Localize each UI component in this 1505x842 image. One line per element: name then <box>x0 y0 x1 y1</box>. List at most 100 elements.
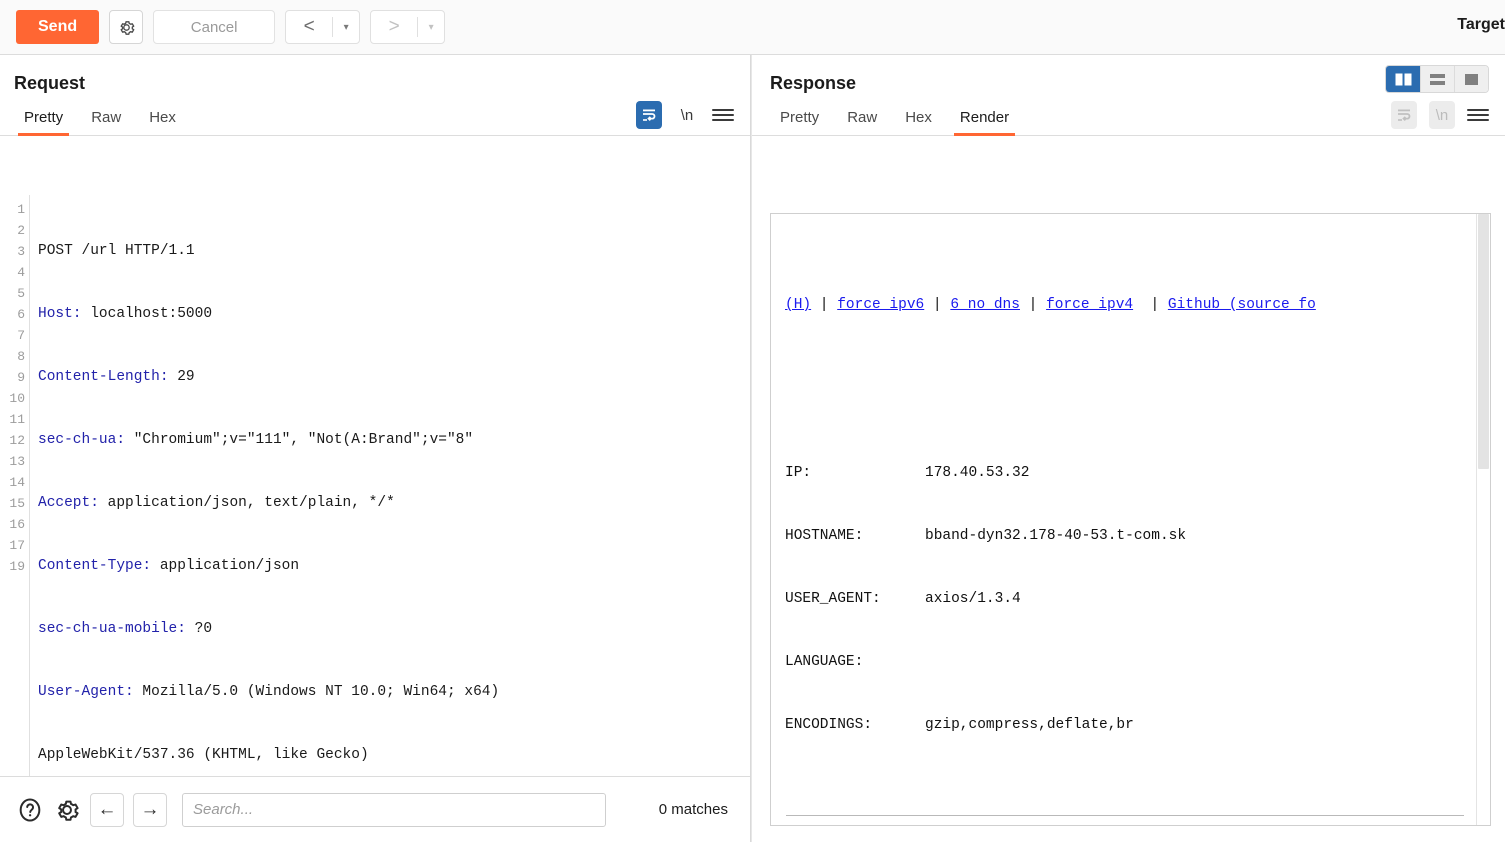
info-row-ip: IP: 178.40.53.32 <box>785 463 1490 484</box>
header-value: localhost:5000 <box>81 306 213 322</box>
render-scrollbar-thumb[interactable] <box>1478 214 1489 469</box>
tab-request-hex[interactable]: Hex <box>135 109 190 135</box>
line-number: 2 <box>17 223 25 238</box>
link-h[interactable]: (H) <box>785 297 811 313</box>
find-next-button[interactable]: → <box>133 792 167 827</box>
request-code[interactable]: POST /url HTTP/1.1 Host: localhost:5000 … <box>30 195 750 776</box>
info-key: USER_AGENT: <box>785 591 881 607</box>
line-number: 12 <box>9 433 25 448</box>
response-render-frame: (H) | force ipv6 | 6 no dns | force ipv4… <box>770 213 1491 826</box>
split-vertical-icon <box>1395 73 1411 85</box>
info-row-user-agent: USER_AGENT: axios/1.3.4 <box>785 589 1490 610</box>
gear-icon <box>58 800 79 821</box>
word-wrap-icon[interactable] <box>636 101 662 129</box>
line-number: 4 <box>17 265 25 280</box>
line-number-gutter: 1 2 3 4 5 6 7 8 9 10 11 12 13 14 15 16 1… <box>0 195 30 776</box>
request-search-bar: ← → 0 matches <box>0 776 750 842</box>
code-line: Content-Length: 29 <box>38 367 750 388</box>
nav-separator: | <box>811 297 838 313</box>
rendered-page: (H) | force ipv6 | 6 no dns | force ipv4… <box>771 214 1490 825</box>
history-forward-button[interactable]: > ▾ <box>370 10 446 44</box>
info-value: bband-dyn32.178-40-53.t-com.sk <box>925 528 1187 544</box>
render-scrollbar[interactable] <box>1476 214 1490 825</box>
word-wrap-icon[interactable] <box>1391 101 1417 129</box>
layout-single-pane-button[interactable] <box>1454 66 1488 92</box>
code-line: Accept: application/json, text/plain, */… <box>38 493 750 514</box>
help-icon <box>19 798 41 821</box>
link-force-ipv6[interactable]: force ipv6 <box>837 297 924 313</box>
layout-split-vertical-button[interactable] <box>1386 66 1420 92</box>
history-back-button[interactable]: < ▾ <box>285 10 361 44</box>
request-editor[interactable]: 1 2 3 4 5 6 7 8 9 10 11 12 13 14 15 16 1… <box>0 195 750 776</box>
layout-split-horizontal-button[interactable] <box>1420 66 1454 92</box>
line-number <box>0 577 25 598</box>
code-line: Content-Type: application/json <box>38 556 750 577</box>
search-input[interactable] <box>182 792 606 827</box>
cancel-button[interactable]: Cancel <box>153 10 276 44</box>
chevron-down-icon[interactable]: ▾ <box>418 11 444 43</box>
request-tab-icons: \n <box>636 101 750 135</box>
link-force-ipv4[interactable]: force ipv4 <box>1046 297 1133 313</box>
render-nav-links: (H) | force ipv6 | 6 no dns | force ipv4… <box>785 295 1490 316</box>
nav-separator: | <box>1133 297 1168 313</box>
help-button[interactable] <box>16 796 44 824</box>
nav-separator: | <box>1019 297 1047 313</box>
editor-panes: Request Pretty Raw Hex \n 1 2 3 4 5 6 7 … <box>0 55 1505 842</box>
tab-response-pretty[interactable]: Pretty <box>766 109 833 135</box>
word-wrap-glyph <box>643 109 656 121</box>
line-number: 11 <box>9 412 25 427</box>
send-button[interactable]: Send <box>16 10 100 44</box>
request-start-line: POST /url HTTP/1.1 <box>38 243 195 259</box>
search-settings-button[interactable] <box>53 796 81 824</box>
history-forward-arrow-icon: > <box>388 16 400 37</box>
line-number: 14 <box>9 475 25 490</box>
info-key: IP: <box>785 465 812 481</box>
top-toolbar: Send Cancel < ▾ > ▾ Target <box>0 0 1505 55</box>
horizontal-rule <box>786 815 1464 816</box>
line-number <box>0 598 25 619</box>
header-name: Host: <box>38 306 82 322</box>
header-name: sec-ch-ua-mobile: <box>38 621 186 637</box>
line-number: 15 <box>9 496 25 511</box>
chevron-down-icon[interactable]: ▾ <box>333 11 359 43</box>
link-github-source[interactable]: Github (source fo <box>1168 297 1316 313</box>
code-line: sec-ch-ua: "Chromium";v="111", "Not(A:Br… <box>38 430 750 451</box>
match-count-label: 0 matches <box>658 801 728 818</box>
code-line: Host: localhost:5000 <box>38 304 750 325</box>
code-line: POST /url HTTP/1.1 <box>38 241 750 262</box>
header-value: application/json <box>151 558 300 574</box>
request-tabbar: Pretty Raw Hex \n <box>0 94 750 136</box>
tab-request-pretty[interactable]: Pretty <box>10 109 77 136</box>
response-menu-icon[interactable] <box>1467 104 1489 126</box>
response-tab-icons: \n <box>1391 101 1505 135</box>
tab-request-raw[interactable]: Raw <box>77 109 135 135</box>
line-number: 16 <box>9 517 25 532</box>
header-value: Mozilla/5.0 (Windows NT 10.0; Win64; x64… <box>133 684 500 700</box>
info-row-language: LANGUAGE: <box>785 652 1490 673</box>
link-6-no-dns[interactable]: 6 no dns <box>950 297 1020 313</box>
response-tabbar: Pretty Raw Hex Render \n <box>752 94 1505 136</box>
request-settings-button[interactable] <box>109 10 144 44</box>
header-value: 29 <box>168 369 195 385</box>
layout-toggle-group <box>1385 65 1489 93</box>
nav-separator: | <box>924 297 951 313</box>
tab-response-hex[interactable]: Hex <box>891 109 946 135</box>
info-key: LANGUAGE: <box>785 654 864 670</box>
tab-response-render[interactable]: Render <box>946 109 1023 136</box>
show-newlines-icon[interactable]: \n <box>674 101 700 129</box>
info-row-hostname: HOSTNAME: bband-dyn32.178-40-53.t-com.sk <box>785 526 1490 547</box>
show-newlines-icon[interactable]: \n <box>1429 101 1455 129</box>
request-pane: Request Pretty Raw Hex \n 1 2 3 4 5 6 7 … <box>0 55 750 842</box>
line-number: 10 <box>9 391 25 406</box>
find-previous-button[interactable]: ← <box>90 792 124 827</box>
line-number: 8 <box>17 349 25 364</box>
info-key: HOSTNAME: <box>785 528 864 544</box>
code-line: User-Agent: Mozilla/5.0 (Windows NT 10.0… <box>38 682 750 703</box>
word-wrap-glyph <box>1398 109 1411 121</box>
line-number: 1 <box>17 202 25 217</box>
tab-response-raw[interactable]: Raw <box>833 109 891 135</box>
line-number: 9 <box>17 370 25 385</box>
line-number: 7 <box>17 328 25 343</box>
line-number: 13 <box>9 454 25 469</box>
request-menu-icon[interactable] <box>712 104 734 126</box>
